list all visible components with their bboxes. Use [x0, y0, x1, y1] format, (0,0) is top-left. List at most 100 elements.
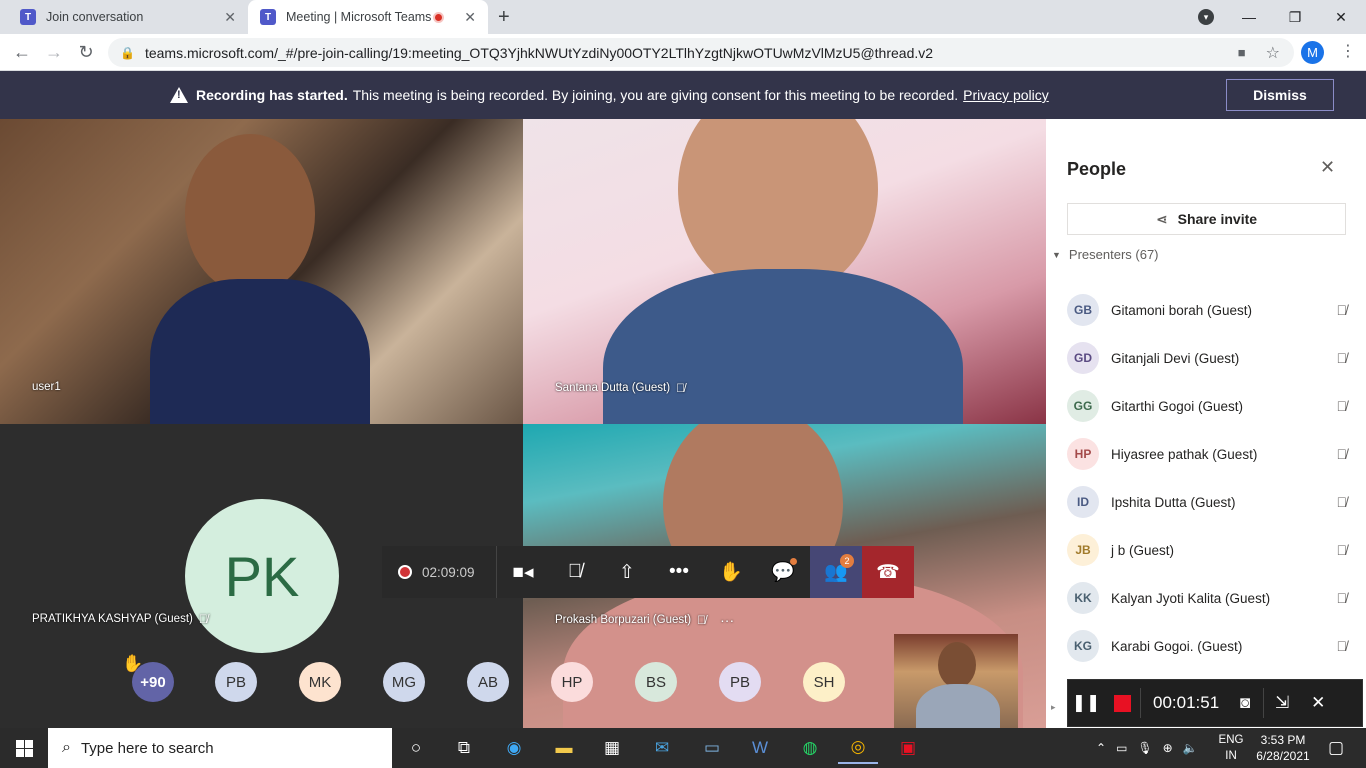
reload-button[interactable]: ↻: [74, 40, 98, 64]
participant-row[interactable]: KK Kalyan Jyoti Kalita (Guest) 🎙̸: [1067, 578, 1347, 618]
back-button[interactable]: ←: [10, 40, 34, 64]
network-icon[interactable]: ⊕: [1163, 741, 1173, 755]
tab-meeting-teams[interactable]: T Meeting | Microsoft Teams ✕: [248, 0, 488, 34]
more-actions-button[interactable]: •••: [653, 546, 705, 598]
taskbar-clock[interactable]: 3:53 PM 6/28/2021: [1252, 732, 1314, 764]
file-explorer-icon[interactable]: ▬: [544, 732, 584, 764]
window-close-button[interactable]: ✕: [1318, 0, 1364, 34]
share-screen-icon: ⇧: [619, 561, 635, 583]
participant-name: Kalyan Jyoti Kalita (Guest): [1111, 590, 1271, 606]
self-body: [916, 684, 1000, 728]
raise-hand-button[interactable]: ✋: [705, 546, 757, 598]
profile-avatar[interactable]: M: [1301, 41, 1324, 64]
tab-join-conversation[interactable]: T Join conversation ✕: [8, 0, 248, 34]
participant-avatar[interactable]: HP: [551, 662, 593, 702]
chevron-up-icon[interactable]: ⌃: [1096, 741, 1106, 755]
screenshot-button[interactable]: ◙: [1227, 679, 1263, 727]
taskbar-search[interactable]: ⌕ Type here to search: [48, 728, 392, 768]
hang-up-button[interactable]: ☎: [862, 546, 914, 598]
language-indicator[interactable]: ENG IN: [1214, 732, 1248, 764]
whatsapp-icon[interactable]: ◍: [790, 732, 830, 764]
notifications-icon[interactable]: ▢: [1316, 732, 1356, 764]
privacy-policy-link[interactable]: Privacy policy: [963, 87, 1049, 103]
bookmark-star-icon[interactable]: ☆: [1266, 43, 1280, 63]
warning-icon: [170, 87, 188, 103]
stop-button[interactable]: [1104, 679, 1140, 727]
share-button[interactable]: ⇧: [601, 546, 653, 598]
participant-row[interactable]: GD Gitanjali Devi (Guest) 🎙̸: [1067, 338, 1347, 378]
share-icon: ⋖: [1155, 210, 1168, 227]
video-tile-santana[interactable]: Santana Dutta (Guest) 🎙̸: [523, 119, 1046, 424]
panel-close-icon[interactable]: ✕: [1320, 157, 1335, 178]
participant-avatar[interactable]: PB: [215, 662, 257, 702]
mic-off-icon[interactable]: 🎙̸: [1337, 398, 1348, 414]
volume-icon[interactable]: 🔈: [1183, 741, 1198, 755]
mic-off-icon[interactable]: 🎙̸: [1337, 638, 1348, 654]
camera-in-use-icon[interactable]: ■: [1238, 45, 1246, 60]
participant-avatar[interactable]: PB: [719, 662, 761, 702]
minimize-recorder-button[interactable]: ⇲: [1264, 679, 1300, 727]
start-button[interactable]: [0, 728, 48, 768]
mic-button[interactable]: 🎙̸: [549, 546, 601, 598]
mic-off-icon[interactable]: 🎙̸: [1337, 494, 1348, 510]
battery-icon[interactable]: ▭: [1116, 741, 1127, 755]
participant-row[interactable]: ID Ipshita Dutta (Guest) 🎙̸: [1067, 482, 1347, 522]
participant-name: Gitanjali Devi (Guest): [1111, 350, 1240, 366]
task-view-icon[interactable]: ⧉: [444, 732, 484, 764]
chrome-icon[interactable]: ◎: [838, 732, 878, 764]
store-icon[interactable]: ▦: [592, 732, 632, 764]
browser-menu-icon[interactable]: ⋮: [1340, 41, 1356, 61]
cortana-icon[interactable]: ○: [396, 732, 436, 764]
pause-button[interactable]: ❚❚: [1068, 679, 1104, 727]
edge-icon[interactable]: ◉: [494, 732, 534, 764]
computer-icon[interactable]: ▭: [692, 732, 732, 764]
participant-row[interactable]: KG Karabi Gogoi. (Guest) 🎙̸: [1067, 626, 1347, 666]
url-text[interactable]: teams.microsoft.com/_#/pre-join-calling/…: [145, 45, 1238, 61]
dismiss-button[interactable]: Dismiss: [1226, 79, 1334, 111]
camera-button[interactable]: ■◂: [497, 546, 549, 598]
new-tab-button[interactable]: +: [498, 6, 510, 29]
forward-button[interactable]: →: [42, 40, 66, 64]
tab-close-icon[interactable]: ✕: [224, 9, 236, 26]
participant-row[interactable]: JB j b (Guest) 🎙̸: [1067, 530, 1347, 570]
mic-off-icon[interactable]: 🎙̸: [1337, 446, 1348, 462]
participant-row[interactable]: HP Hiyasree pathak (Guest) 🎙̸: [1067, 434, 1347, 474]
mic-off-icon[interactable]: 🎙̸: [1337, 350, 1348, 366]
word-icon[interactable]: W: [740, 732, 780, 764]
participant-avatar[interactable]: AB: [467, 662, 509, 702]
participant-name: Gitamoni borah (Guest): [1111, 302, 1253, 318]
pause-icon: ❚❚: [1071, 693, 1101, 712]
call-actions: ■◂ 🎙̸ ⇧ ••• ✋ 💬: [497, 546, 810, 598]
recorder-app-icon[interactable]: ▣: [888, 732, 928, 764]
close-recorder-button[interactable]: ✕: [1300, 679, 1336, 727]
mic-off-icon[interactable]: 🎙̸: [1337, 542, 1348, 558]
participant-avatar[interactable]: SH: [803, 662, 845, 702]
more-options-icon[interactable]: ···: [720, 612, 734, 628]
participant-avatar[interactable]: MG: [383, 662, 425, 702]
mic-off-icon: 🎙̸: [697, 613, 707, 627]
participant-row[interactable]: GG Gitarthi Gogoi (Guest) 🎙̸: [1067, 386, 1347, 426]
self-view-video[interactable]: [894, 634, 1018, 728]
tab-close-icon[interactable]: ✕: [464, 9, 476, 26]
address-bar[interactable]: 🔒 teams.microsoft.com/_#/pre-join-callin…: [108, 38, 1294, 67]
presenters-header[interactable]: ▼ Presenters (67): [1052, 247, 1159, 262]
mic-off-icon[interactable]: 🎙̸: [1337, 590, 1348, 606]
participant-avatar[interactable]: MK: [299, 662, 341, 702]
lock-icon[interactable]: 🔒: [120, 46, 135, 60]
video-tile-user1[interactable]: user1: [0, 119, 523, 424]
chat-button[interactable]: 💬: [757, 546, 809, 598]
scroll-down-icon[interactable]: ▸: [1051, 702, 1056, 713]
mail-icon[interactable]: ✉: [642, 732, 682, 764]
people-button[interactable]: 👥 2: [810, 546, 862, 598]
share-invite-button[interactable]: ⋖ Share invite: [1067, 203, 1346, 235]
chrome-profile-icon[interactable]: ▾: [1198, 9, 1214, 25]
minimize-button[interactable]: —: [1226, 0, 1272, 34]
more-participants-avatar[interactable]: +90: [132, 662, 174, 702]
mic-off-icon[interactable]: 🎙̸: [1337, 302, 1348, 318]
participant-avatar[interactable]: BS: [635, 662, 677, 702]
restore-button[interactable]: ❐: [1272, 0, 1318, 34]
ellipsis-icon: •••: [669, 561, 689, 582]
participant-name: Hiyasree pathak (Guest): [1111, 446, 1258, 462]
participant-row[interactable]: GB Gitamoni borah (Guest) 🎙̸: [1067, 290, 1347, 330]
microphone-icon[interactable]: 🎙: [1137, 741, 1152, 755]
